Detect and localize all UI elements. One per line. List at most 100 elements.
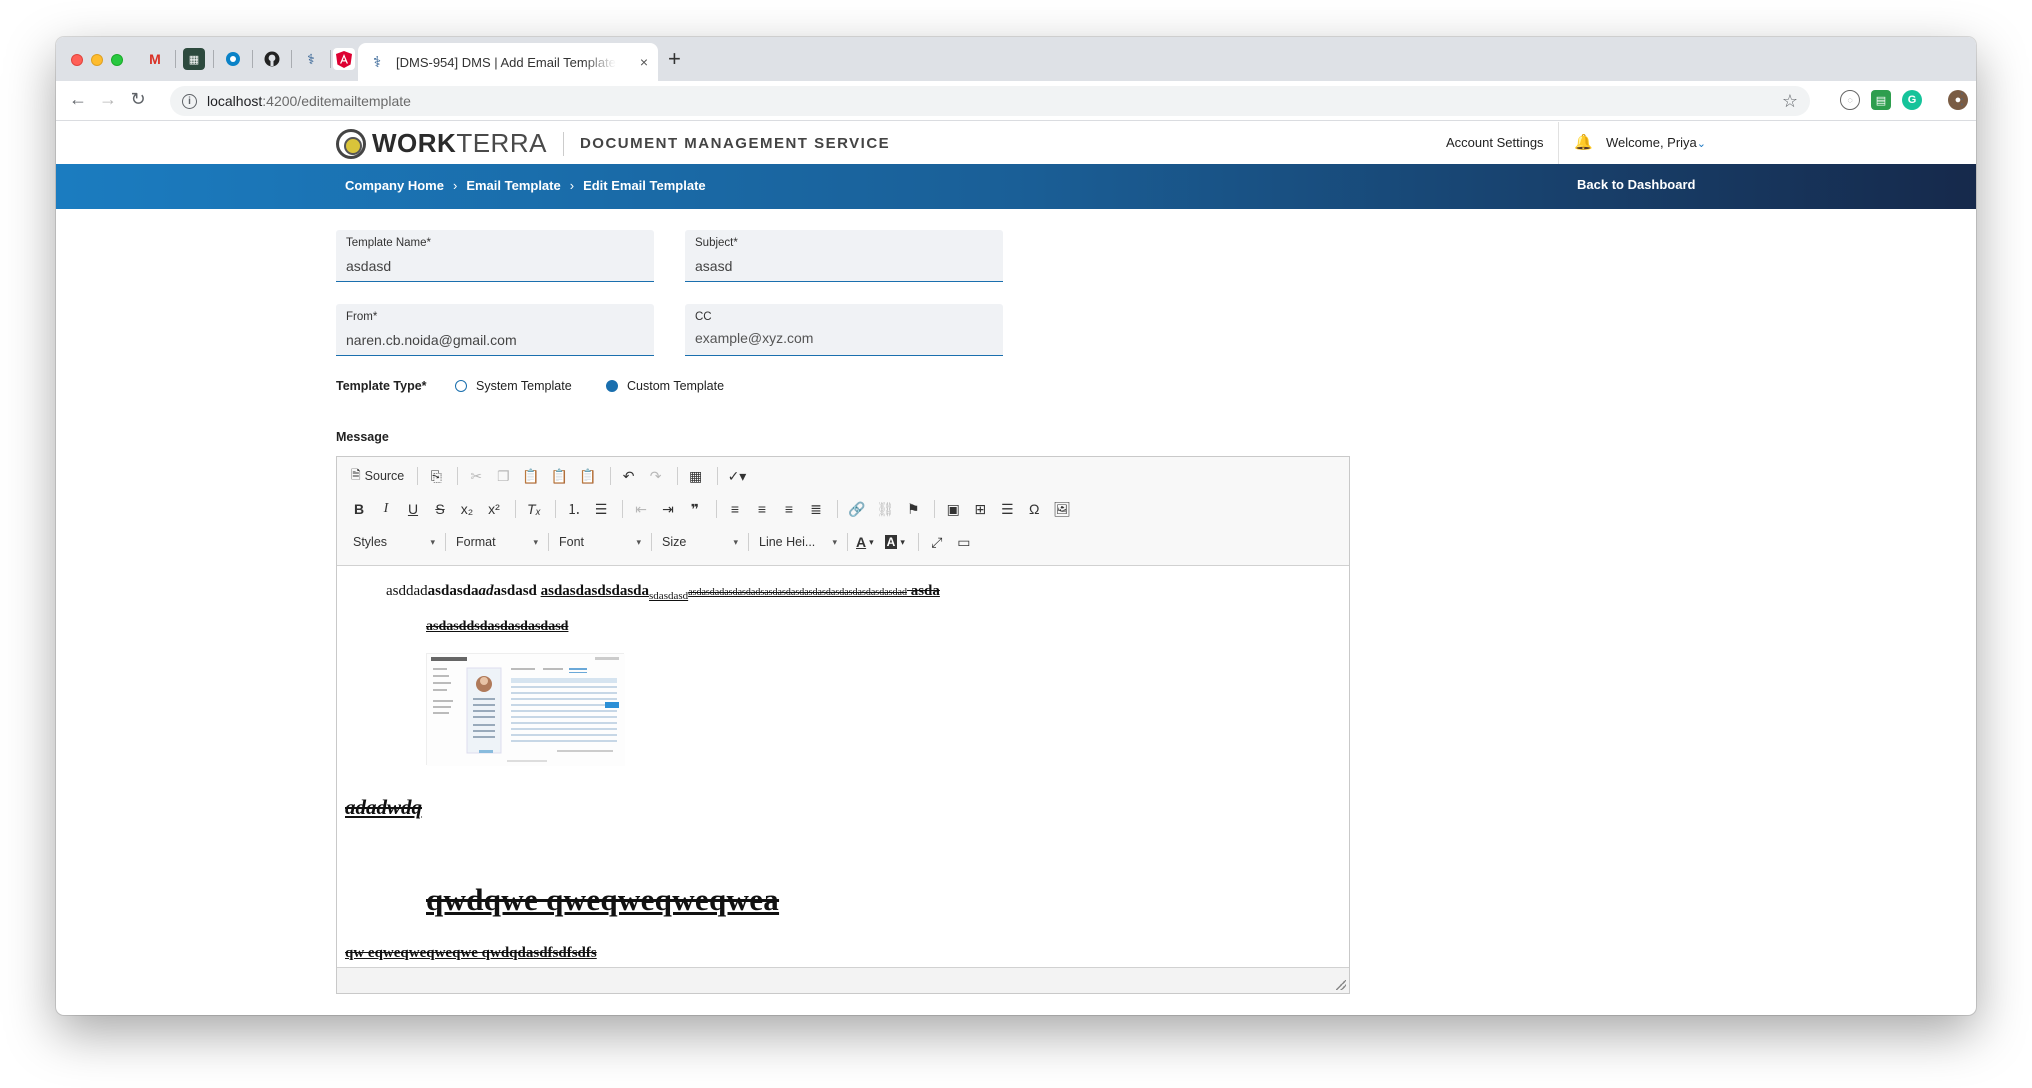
bell-icon[interactable]: 🔔 bbox=[1574, 133, 1593, 151]
angular-icon[interactable] bbox=[333, 48, 355, 70]
system-template-radio[interactable]: System Template bbox=[455, 379, 572, 393]
bold-icon[interactable]: B bbox=[347, 497, 371, 521]
styles-dropdown[interactable]: Styles ▾ bbox=[347, 530, 439, 554]
logo-text-bold: WORK bbox=[372, 128, 457, 158]
template-name-field[interactable]: Template Name* asdasd bbox=[336, 230, 654, 282]
text-run: asdasda bbox=[427, 583, 479, 599]
embedded-screenshot-image[interactable] bbox=[426, 653, 625, 766]
cc-input[interactable] bbox=[695, 330, 985, 346]
maximize-window-button[interactable] bbox=[111, 54, 123, 66]
unlink-icon[interactable]: ⛓ bbox=[872, 497, 898, 521]
from-field[interactable]: From* naren.cb.noida@gmail.com bbox=[336, 304, 654, 356]
breadcrumb-email-template[interactable]: Email Template bbox=[466, 178, 560, 193]
breadcrumb-company-home[interactable]: Company Home bbox=[345, 178, 444, 193]
strikethrough-icon[interactable]: S bbox=[428, 497, 452, 521]
paste-word-icon[interactable]: 📋 bbox=[575, 464, 600, 488]
horizontal-line-icon[interactable]: ☰ bbox=[995, 497, 1019, 521]
table-icon[interactable]: ⊞ bbox=[968, 497, 992, 521]
address-bar[interactable]: i localhost :4200/editemailtemplate ☆ bbox=[170, 86, 1810, 116]
text-run: asdasdadasdasdadsasdasdasdasdasdasdasdas… bbox=[688, 587, 907, 598]
info-icon[interactable]: i bbox=[182, 93, 197, 109]
reload-icon[interactable]: ↻ bbox=[126, 89, 150, 110]
jira-icon: ⚕ bbox=[372, 54, 382, 71]
browser-window: M ▦ ⚕ ⚕ [DMS-954] DMS | Add Email Templa… bbox=[56, 37, 1976, 1015]
remove-format-icon[interactable]: Tₓ bbox=[522, 497, 546, 521]
from-input[interactable]: naren.cb.noida@gmail.com bbox=[346, 332, 517, 348]
text-color-icon[interactable]: A ▾ bbox=[852, 530, 878, 554]
anchor-flag-icon[interactable]: ⚑ bbox=[901, 497, 925, 521]
link-icon[interactable]: 🔗 bbox=[844, 497, 869, 521]
align-right-icon[interactable]: ≡ bbox=[777, 497, 801, 521]
underline-icon[interactable]: U bbox=[401, 497, 425, 521]
background-color-icon[interactable]: A ▾ bbox=[881, 530, 909, 554]
extension-icon[interactable]: ◌ bbox=[1840, 90, 1860, 110]
circle-app-icon[interactable] bbox=[222, 48, 244, 70]
format-dropdown[interactable]: Format ▾ bbox=[450, 530, 542, 554]
numbered-list-icon[interactable]: ⒈ bbox=[562, 497, 586, 521]
breadcrumb-bar: Company Home › Email Template › Edit Ema… bbox=[56, 164, 1976, 209]
subject-field[interactable]: Subject* asasd bbox=[685, 230, 1003, 282]
undo-icon[interactable]: ↶ bbox=[617, 464, 641, 488]
github-icon[interactable] bbox=[261, 48, 283, 70]
select-all-icon[interactable]: ▦ bbox=[684, 464, 708, 488]
paste-icon[interactable]: 📋 bbox=[518, 464, 543, 488]
bulleted-list-icon[interactable]: ☰ bbox=[589, 497, 613, 521]
preview-icon[interactable]: ⎘ bbox=[424, 464, 448, 488]
active-tab[interactable]: ⚕ [DMS-954] DMS | Add Email Template × bbox=[358, 43, 658, 81]
align-center-icon[interactable]: ≡ bbox=[750, 497, 774, 521]
template-name-input[interactable]: asdasd bbox=[346, 258, 391, 274]
close-tab-icon[interactable]: × bbox=[640, 54, 648, 70]
gmail-icon[interactable]: M bbox=[144, 48, 166, 70]
dropdown-arrow-icon: ▾ bbox=[430, 536, 435, 547]
show-blocks-icon[interactable]: ▭ bbox=[952, 530, 976, 554]
toolbar-row-3: Styles ▾ Format ▾ Font ▾ Size ▾ Line Hei... ▾… bbox=[347, 529, 979, 555]
italic-icon[interactable]: I bbox=[374, 497, 398, 521]
bookmark-star-icon[interactable]: ☆ bbox=[1782, 91, 1798, 112]
new-tab-button[interactable]: + bbox=[668, 48, 681, 70]
extension-icon[interactable]: ▤ bbox=[1871, 90, 1891, 110]
grammarly-icon[interactable]: G bbox=[1902, 90, 1922, 110]
line-height-dropdown[interactable]: Line Hei... ▾ bbox=[753, 530, 841, 554]
resize-handle-icon[interactable] bbox=[1336, 980, 1346, 990]
copy-icon[interactable]: ❐ bbox=[491, 464, 515, 488]
message-label: Message bbox=[336, 430, 389, 444]
spellcheck-icon[interactable]: ✓▾ bbox=[724, 464, 751, 488]
redo-icon[interactable]: ↷ bbox=[644, 464, 668, 488]
align-left-icon[interactable]: ≡ bbox=[723, 497, 747, 521]
minimize-window-button[interactable] bbox=[91, 54, 103, 66]
back-arrow-icon[interactable]: ← bbox=[66, 89, 90, 110]
size-dropdown[interactable]: Size ▾ bbox=[656, 530, 742, 554]
editor-content[interactable]: asddadasdasdaadasdasd asdasdasdsdasdasda… bbox=[337, 567, 1349, 969]
cut-icon[interactable]: ✂ bbox=[464, 464, 488, 488]
cc-field[interactable]: CC bbox=[685, 304, 1003, 356]
from-label: From* bbox=[346, 311, 378, 323]
custom-template-radio[interactable]: Custom Template bbox=[606, 379, 724, 393]
outdent-icon[interactable]: ⇤ bbox=[629, 497, 653, 521]
image-icon[interactable]: 🖼 bbox=[1049, 497, 1075, 521]
size-label: Size bbox=[662, 535, 687, 549]
paste-text-icon[interactable]: 📋 bbox=[547, 464, 572, 488]
flash-icon[interactable]: ▣ bbox=[941, 497, 965, 521]
menu-dots-icon[interactable]: ⋮ bbox=[1950, 89, 1974, 109]
spreadsheet-icon[interactable]: ▦ bbox=[183, 48, 205, 70]
font-dropdown[interactable]: Font ▾ bbox=[553, 530, 645, 554]
subscript-icon[interactable]: x₂ bbox=[455, 497, 479, 521]
back-to-dashboard-link[interactable]: Back to Dashboard bbox=[1577, 177, 1695, 192]
logo[interactable]: WORKTERRA DOCUMENT MANAGEMENT SERVICE bbox=[336, 128, 890, 159]
special-char-icon[interactable]: Ω bbox=[1022, 497, 1046, 521]
maximize-icon[interactable]: ⤢ bbox=[925, 530, 949, 554]
indent-icon[interactable]: ⇥ bbox=[656, 497, 680, 521]
blockquote-icon[interactable]: ❞ bbox=[683, 497, 707, 521]
dropdown-arrow-icon: ▾ bbox=[636, 536, 641, 547]
source-button[interactable]: 🗎 Source bbox=[347, 464, 408, 488]
align-justify-icon[interactable]: ≣ bbox=[804, 497, 828, 521]
radio-unselected-icon bbox=[455, 380, 467, 392]
service-name: DOCUMENT MANAGEMENT SERVICE bbox=[579, 135, 891, 152]
forward-arrow-icon[interactable]: → bbox=[96, 89, 120, 110]
account-settings-link[interactable]: Account Settings bbox=[1446, 135, 1544, 150]
jira-icon[interactable]: ⚕ bbox=[300, 48, 322, 70]
user-menu[interactable]: Welcome, Priya⌄ bbox=[1606, 135, 1706, 150]
subject-input[interactable]: asasd bbox=[695, 258, 732, 274]
superscript-icon[interactable]: x² bbox=[482, 497, 506, 521]
close-window-button[interactable] bbox=[71, 54, 83, 66]
